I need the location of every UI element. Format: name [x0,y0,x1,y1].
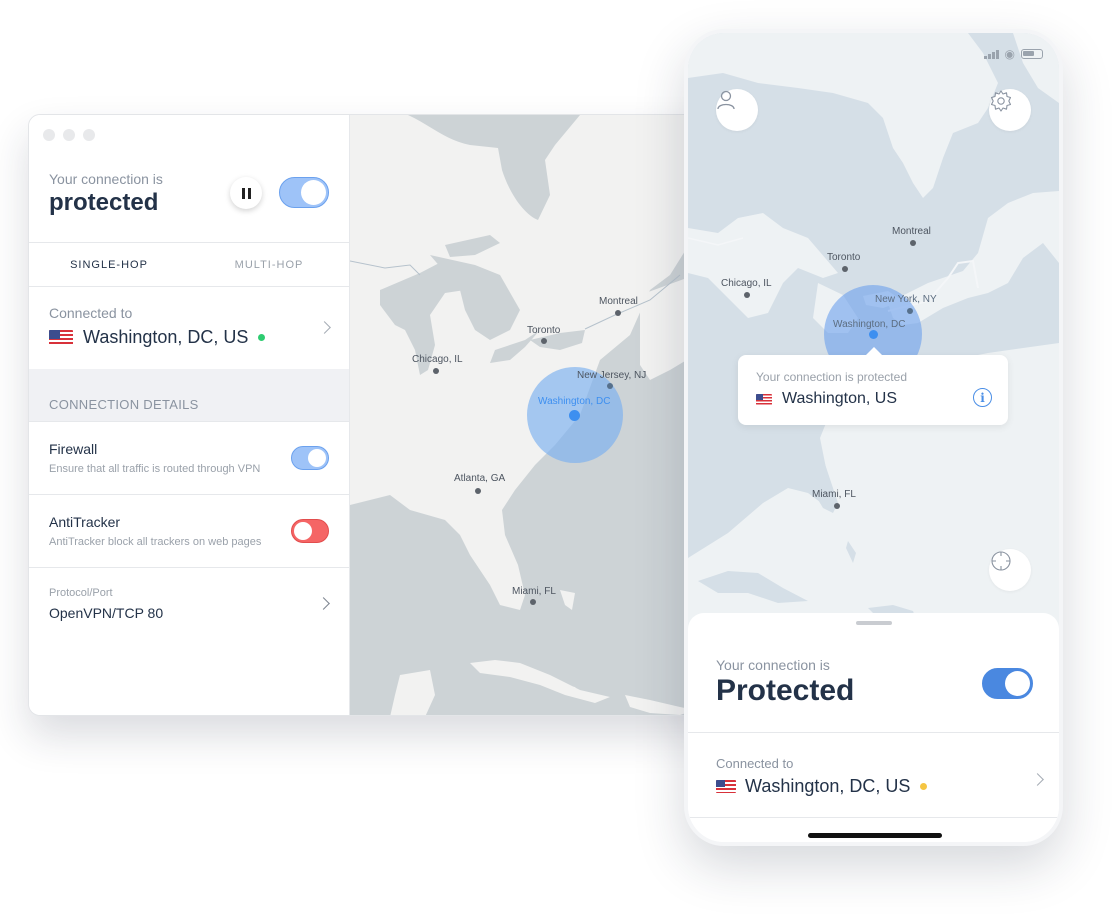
status-time: 16:18 [710,47,746,63]
desktop-map[interactable]: Montreal Toronto Chicago, IL New Jersey,… [350,115,727,715]
pause-icon [240,187,252,199]
map-label-atlanta: Atlanta, GA [454,473,506,484]
toggle-knob [1005,671,1030,696]
map-label-montreal: Montreal [892,226,931,237]
locate-button[interactable] [989,549,1031,591]
connection-status: Your connection is protected [49,171,163,217]
status-bar: 16:18 ◉ [688,33,1059,73]
protocol-label: Protocol/Port [49,587,113,599]
connected-to-label: Connected to [716,756,794,771]
map-pin-toronto[interactable] [842,266,848,272]
crosshair-icon [991,551,1011,571]
maximize-window-button[interactable] [83,129,95,141]
sheet-grabber[interactable] [856,621,892,625]
bottom-sheet: Your connection is Protected Connected t… [688,613,1059,842]
active-location-pin[interactable] [569,410,580,421]
map-label-miami: Miami, FL [512,586,556,597]
connection-details-header: CONNECTION DETAILS [29,369,349,422]
map-label-new-jersey: New Jersey, NJ [577,370,647,381]
connected-location-row[interactable]: Connected to Washington, DC, US [29,287,349,369]
map-pin-new-york[interactable] [907,308,913,314]
mobile-map[interactable]: 16:18 ◉ Montreal Toronto Chicago, IL New… [688,33,1059,633]
connected-to-label: Connected to [49,305,133,321]
divider [688,732,1059,733]
antitracker-setting: AntiTracker AntiTracker block all tracke… [29,495,349,568]
popup-location: Washington, US [782,390,898,407]
close-window-button[interactable] [43,129,55,141]
protocol-port-row[interactable]: Protocol/Port OpenVPN/TCP 80 [29,568,349,640]
account-button[interactable] [716,89,758,131]
map-pin-chicago[interactable] [744,292,750,298]
map-pin-miami[interactable] [530,599,536,605]
tab-multi-hop[interactable]: MULTI-HOP [189,243,349,286]
signal-icon [984,50,999,59]
map-pin-miami[interactable] [834,503,840,509]
window-controls [43,129,95,141]
connection-status-dot [258,334,266,341]
map-pin-atlanta[interactable] [475,488,481,494]
connection-toggle[interactable] [982,668,1033,699]
status-title: Protected [716,674,855,707]
active-location-pin[interactable] [869,330,878,339]
settings-button[interactable] [989,89,1031,131]
connected-location: Washington, DC, US [83,327,249,347]
gear-icon [990,90,1012,112]
map-label-chicago: Chicago, IL [721,278,772,289]
chevron-right-icon [1031,773,1044,786]
map-label-chicago: Chicago, IL [412,354,463,365]
map-pin-montreal[interactable] [910,240,916,246]
map-label-washington: Washington, DC [538,396,611,407]
map-label-new-york: New York, NY [875,294,937,305]
map-label-miami: Miami, FL [812,489,856,500]
map-label-toronto: Toronto [827,252,861,263]
toggle-knob [308,449,326,467]
connection-toggle[interactable] [279,177,329,208]
map-pin-montreal[interactable] [615,310,621,316]
tab-single-hop[interactable]: SINGLE-HOP [29,243,189,286]
us-flag-icon [49,329,73,346]
toggle-knob [301,180,326,205]
minimize-window-button[interactable] [63,129,75,141]
pause-button[interactable] [230,177,262,209]
connection-status-dot [920,783,928,790]
desktop-app-window: Your connection is protected SINGLE-HOP … [28,114,728,716]
setting-description: Ensure that all traffic is routed throug… [49,463,261,475]
section-title: CONNECTION DETAILS [49,397,199,412]
us-flag-icon [716,780,736,793]
antitracker-toggle[interactable] [291,519,329,543]
map-pin-toronto[interactable] [541,338,547,344]
info-icon[interactable]: i [973,388,992,407]
map-pin-new-jersey[interactable] [607,383,613,389]
status-subtitle: Your connection is [49,171,163,187]
chevron-right-icon [317,597,330,610]
status-title: protected [49,189,159,216]
mobile-app: 16:18 ◉ Montreal Toronto Chicago, IL New… [684,29,1063,846]
firewall-toggle[interactable] [291,446,329,470]
status-subtitle: Your connection is [716,657,830,673]
hop-tabs: SINGLE-HOP MULTI-HOP [29,242,349,287]
popup-label: Your connection is protected [756,370,907,384]
user-icon [717,90,735,110]
chevron-right-icon [318,321,331,334]
map-label-toronto: Toronto [527,325,561,336]
battery-icon [1021,49,1043,59]
home-indicator [808,833,942,838]
location-popup[interactable]: Your connection is protected Washington,… [738,347,1008,425]
divider [688,817,1059,818]
protocol-value: OpenVPN/TCP 80 [49,605,164,621]
setting-name: AntiTracker [49,514,121,530]
setting-description: AntiTracker block all trackers on web pa… [49,536,262,548]
map-pin-chicago[interactable] [433,368,439,374]
toggle-knob [294,522,312,540]
desktop-side-panel: Your connection is protected SINGLE-HOP … [29,115,350,715]
us-flag-icon [756,393,772,405]
connected-location: Washington, DC, US [745,776,911,796]
wifi-icon: ◉ [1004,47,1015,61]
map-label-washington: Washington, DC [833,319,906,330]
firewall-setting: Firewall Ensure that all traffic is rout… [29,422,349,495]
map-label-montreal: Montreal [599,296,638,307]
setting-name: Firewall [49,441,98,457]
